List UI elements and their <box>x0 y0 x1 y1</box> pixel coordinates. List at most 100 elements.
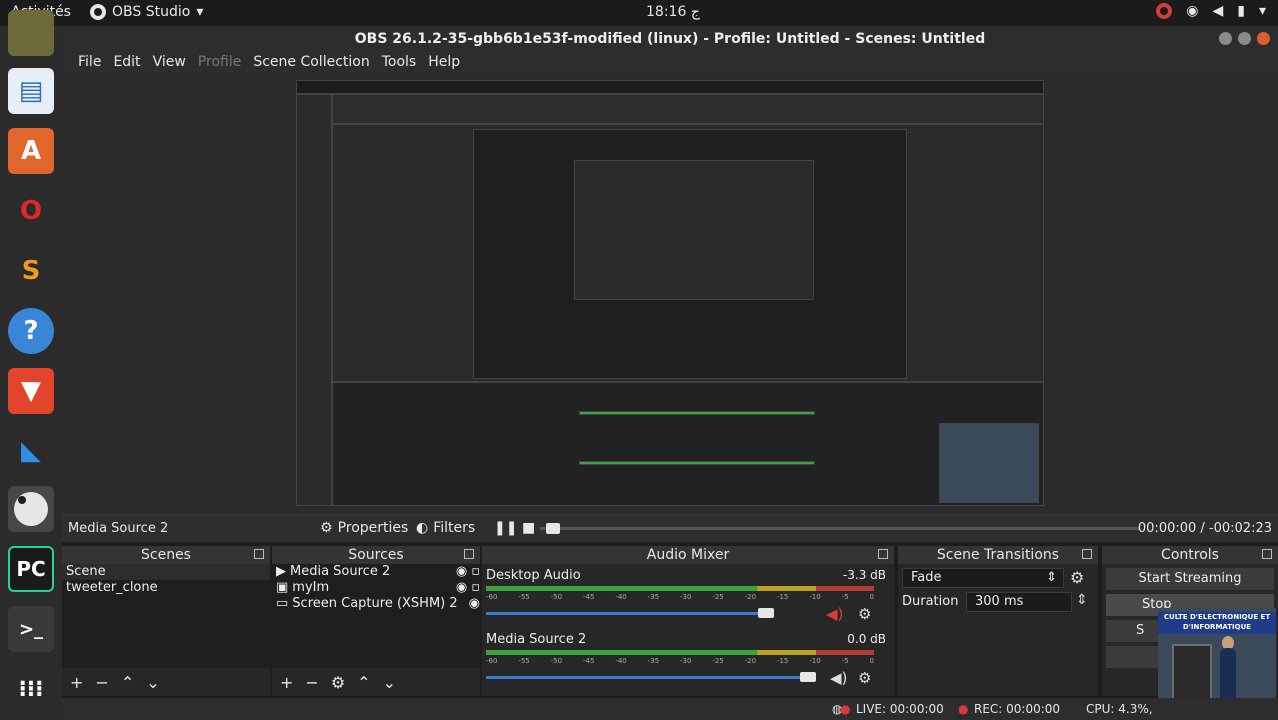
menu-profile[interactable]: Profile <box>192 52 248 74</box>
gear-icon[interactable]: ⚙ <box>858 605 871 623</box>
tick: -40 <box>615 657 627 665</box>
move-down-button[interactable]: ⌄ <box>383 673 396 692</box>
mixer-channel: Desktop Audio -3.3 dB -60 -55 -50 -45 -40 -35… <box>486 568 890 628</box>
show-apps-icon[interactable]: ⁝⁝⁝ <box>8 666 54 712</box>
volume-slider[interactable] <box>486 608 774 618</box>
menu-view[interactable]: View <box>147 52 192 74</box>
scenes-toolbar: + − ⌃ ⌄ <box>62 668 270 696</box>
vscode-icon[interactable]: ◣ <box>8 428 54 474</box>
remove-source-button[interactable]: − <box>305 673 318 692</box>
close-button[interactable] <box>1257 32 1270 45</box>
menu-tools[interactable]: Tools <box>376 52 423 74</box>
clock[interactable]: 18:16 ج <box>646 4 700 20</box>
pause-icon: ❚❚ <box>494 520 518 536</box>
software-center-icon[interactable]: A <box>8 128 54 174</box>
opera-icon[interactable]: O <box>8 188 54 234</box>
muted-speaker-icon[interactable]: ◀) <box>826 605 843 623</box>
source-item[interactable]: ▭ Screen Capture (XSHM) 2 ◉ <box>272 596 480 612</box>
tick: -20 <box>744 657 757 665</box>
filter-icon: ◐ <box>416 520 429 536</box>
tick: -10 <box>809 593 821 601</box>
add-source-button[interactable]: + <box>280 673 293 692</box>
menu-file[interactable]: File <box>72 52 107 74</box>
scene-item[interactable]: Scene <box>62 564 270 580</box>
float-icon[interactable] <box>1262 549 1272 559</box>
tick: -10 <box>809 657 821 665</box>
source-properties-gear-icon[interactable]: ⚙ <box>331 673 345 692</box>
audio-mixer-title-text: Audio Mixer <box>646 547 730 563</box>
duration-value: 300 ms <box>975 594 1024 609</box>
float-icon[interactable] <box>1082 549 1092 559</box>
menu-scene-collection[interactable]: Scene Collection <box>247 52 375 74</box>
volume-handle[interactable] <box>758 608 774 618</box>
gear-icon[interactable]: ⚙ <box>858 669 871 687</box>
brave-icon[interactable]: ▼ <box>8 368 54 414</box>
audio-mixer-dock: Audio Mixer Desktop Audio -3.3 dB -60 -55… <box>482 546 894 696</box>
float-icon[interactable] <box>878 549 888 559</box>
pause-button[interactable]: ❚❚ <box>494 520 517 536</box>
menu-edit[interactable]: Edit <box>107 52 146 74</box>
battery-icon[interactable]: ▮ <box>1237 3 1245 19</box>
move-down-button[interactable]: ⌄ <box>146 673 159 692</box>
chevron-down-icon: ▾ <box>196 4 204 20</box>
duration-spinner-icon[interactable]: ⇕ <box>1076 592 1088 608</box>
obs-dock-icon[interactable] <box>8 486 54 532</box>
system-tray[interactable]: ◉ ◀ ▮ ▾ <box>1156 3 1266 19</box>
lock-icon[interactable]: ▫ <box>471 580 480 596</box>
text-editor-icon[interactable]: ▤ <box>8 68 54 114</box>
maximize-button[interactable] <box>1238 32 1251 45</box>
duration-input[interactable]: 300 ms <box>966 592 1072 612</box>
transition-gear-icon[interactable]: ⚙ <box>1070 568 1084 587</box>
media-seek-slider[interactable] <box>540 523 1140 534</box>
source-item[interactable]: ▣ myIm ◉ ▫ <box>272 580 480 596</box>
audio-mixer-title: Audio Mixer <box>482 546 894 564</box>
dock-app-top-icon[interactable] <box>8 10 54 56</box>
source-item[interactable]: ▶ Media Source 2 ◉ ▫ <box>272 564 480 580</box>
channel-name: Desktop Audio <box>486 568 581 583</box>
tick: -40 <box>615 593 627 601</box>
volume-handle[interactable] <box>800 672 816 682</box>
preview-canvas[interactable] <box>296 80 1044 506</box>
speaker-icon[interactable]: ◀) <box>830 669 847 687</box>
start-streaming-button[interactable]: Start Streaming <box>1106 568 1274 590</box>
live-indicator-icon: ● <box>840 702 851 716</box>
eye-icon[interactable]: ◉ <box>456 564 467 580</box>
float-icon[interactable] <box>464 549 474 559</box>
terminal-icon[interactable]: >_ <box>8 606 54 652</box>
eye-icon[interactable]: ◉ <box>469 596 480 612</box>
image-source-icon: ▣ <box>276 580 289 595</box>
chevron-down-icon[interactable]: ▾ <box>1259 3 1266 19</box>
clock-suffix: ج <box>690 4 700 20</box>
transitions-body: Fade ⇕ ⚙ Duration 300 ms ⇕ <box>898 564 1098 696</box>
scene-item[interactable]: tweeter_clone <box>62 580 270 596</box>
lock-icon[interactable]: ▫ <box>471 564 480 580</box>
move-up-button[interactable]: ⌃ <box>357 673 370 692</box>
volume-icon[interactable]: ◀ <box>1212 3 1223 19</box>
add-scene-button[interactable]: + <box>70 673 83 692</box>
tick: -5 <box>841 593 849 601</box>
properties-button[interactable]: ⚙ Properties <box>320 520 408 536</box>
wifi-icon[interactable]: ◉ <box>1186 3 1198 19</box>
app-menu[interactable]: OBS Studio ▾ <box>90 4 203 20</box>
mixer-channel: Media Source 2 0.0 dB -60 -55 -50 -45 -40 -35… <box>486 632 890 692</box>
help-icon[interactable]: ? <box>8 308 54 354</box>
chevron-updown-icon: ⇕ <box>1046 570 1057 585</box>
remove-scene-button[interactable]: − <box>95 673 108 692</box>
volume-slider[interactable] <box>486 672 816 682</box>
move-up-button[interactable]: ⌃ <box>121 673 134 692</box>
transition-select[interactable]: Fade ⇕ <box>902 568 1064 588</box>
sublime-icon[interactable]: S <box>8 248 54 294</box>
seek-handle[interactable] <box>546 523 560 534</box>
stop-media-button[interactable]: ■ <box>522 520 535 536</box>
menu-help[interactable]: Help <box>422 52 466 74</box>
clock-time: 18:16 <box>646 4 687 20</box>
obs-tray-icon[interactable] <box>1156 3 1173 19</box>
cpu-usage: CPU: 4.3%, <box>1086 702 1153 716</box>
filters-button[interactable]: ◐ Filters <box>416 520 475 536</box>
duration-label: Duration <box>902 594 959 609</box>
preview-area[interactable] <box>62 74 1278 514</box>
eye-icon[interactable]: ◉ <box>456 580 467 596</box>
float-icon[interactable] <box>254 549 264 559</box>
pycharm-icon[interactable]: PC <box>8 546 54 592</box>
minimize-button[interactable] <box>1219 32 1232 45</box>
